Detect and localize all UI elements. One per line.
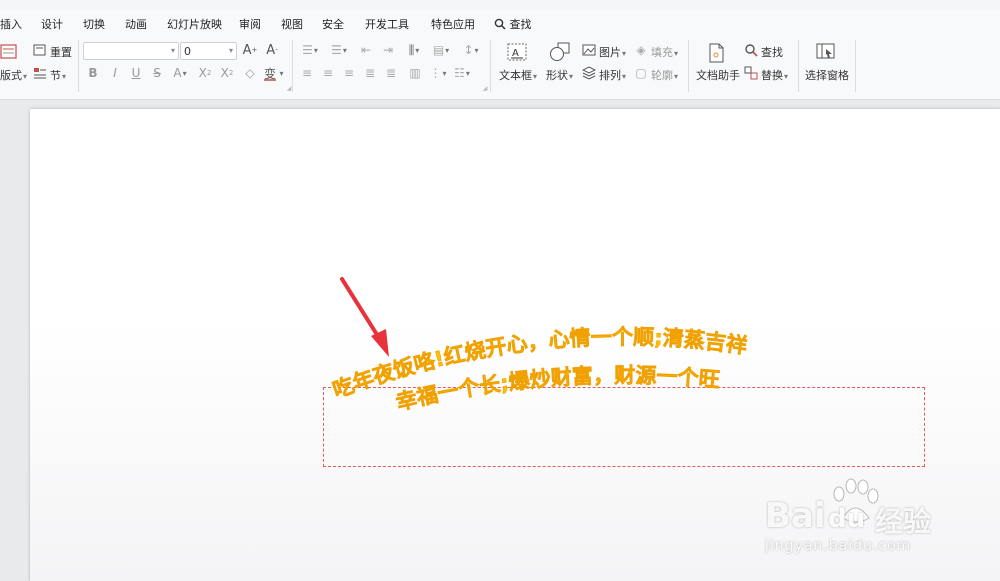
arrow-head: [371, 329, 389, 357]
arrow-shaft: [340, 277, 383, 343]
arc-text-line-2[interactable]: 幸福一个长;爆炒财富，财源一个旺: [393, 363, 721, 415]
watermark-url: jingyan.baidu.com: [765, 538, 912, 554]
watermark-brand-1: Bai: [765, 496, 826, 536]
watermark-brand-2: du: [828, 504, 866, 534]
red-arrow-annotation: [340, 277, 389, 357]
baidu-watermark: Bai du 经验 jingyan.baidu.com: [765, 478, 985, 568]
arc-text-line-2-path: 幸福一个长;爆炒财富，财源一个旺: [393, 363, 721, 415]
watermark-brand-3: 经验: [875, 505, 932, 538]
